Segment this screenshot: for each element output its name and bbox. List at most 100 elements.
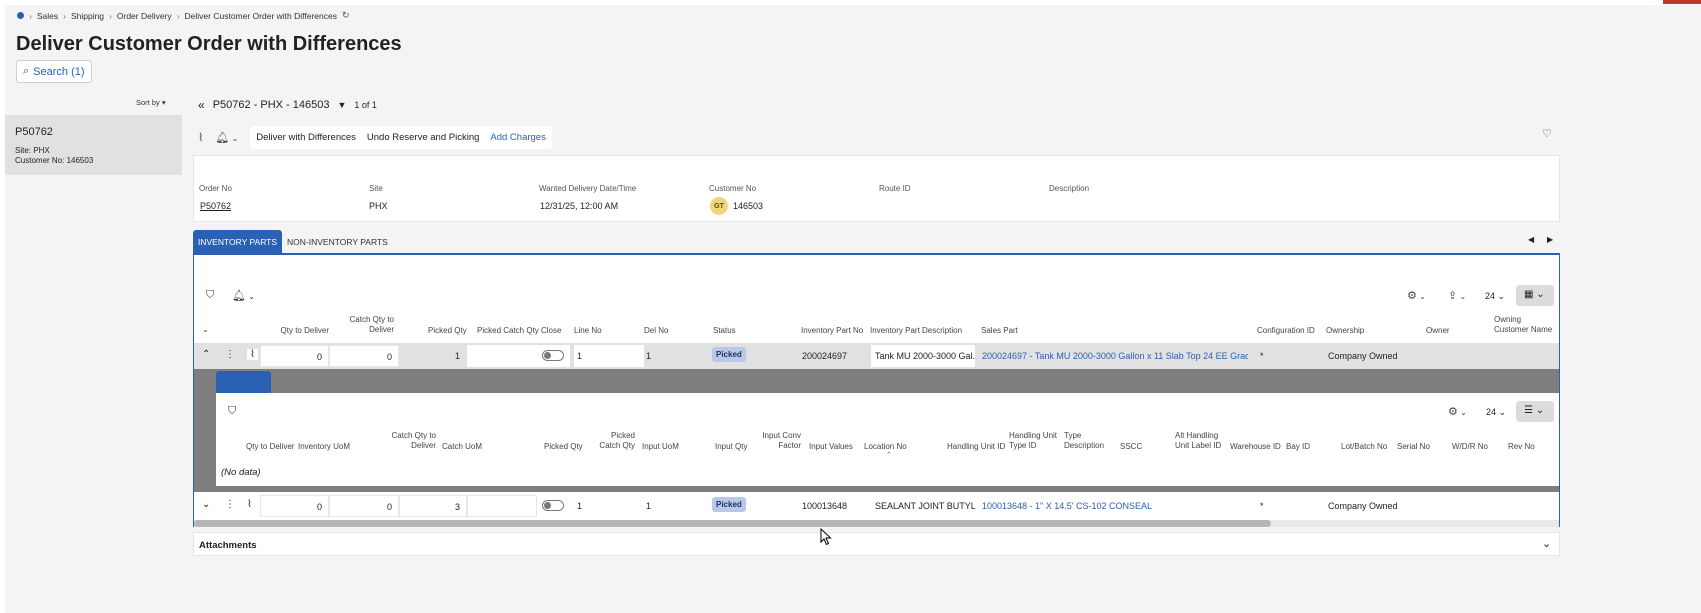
breadcrumb-order-delivery[interactable]: Order Delivery xyxy=(117,11,172,21)
page-title: Deliver Customer Order with Differences xyxy=(16,33,402,55)
col-qty-to-deliver[interactable]: Qty to Deliver xyxy=(279,326,329,336)
subcol-picked-catch-qty[interactable]: Picked Catch Qty xyxy=(591,431,635,451)
subcol-input-uom[interactable]: Input UoM xyxy=(642,442,679,452)
paperclip-icon[interactable]: ⌇ xyxy=(198,131,203,144)
subcol-wdr-no[interactable]: W/D/R No xyxy=(1452,442,1488,452)
settings-gear-icon[interactable]: ⚙ ⌄ xyxy=(1407,289,1426,302)
attachments-section[interactable]: Attachments ⌄ xyxy=(193,532,1560,556)
expand-all-icon[interactable]: ⌄ xyxy=(202,325,209,335)
expand-row-icon[interactable]: ⌄ xyxy=(202,499,210,510)
favorite-heart-icon[interactable]: ♡ xyxy=(1542,127,1552,140)
col-catch-qty[interactable]: Catch Qty to Deliver xyxy=(349,315,394,335)
filter-icon[interactable]: ⛉ xyxy=(206,289,214,302)
col-sales-part[interactable]: Sales Part xyxy=(981,326,1018,336)
bell-icon[interactable]: 🔔︎ ⌄ xyxy=(232,289,255,302)
page-size-select[interactable]: 24 ⌄ xyxy=(1486,407,1506,418)
qty-to-deliver-input[interactable]: 0 xyxy=(260,495,329,517)
qty-to-deliver-input[interactable]: 0 xyxy=(260,345,329,367)
home-icon[interactable] xyxy=(17,12,24,19)
subcol-bay-id[interactable]: Bay ID xyxy=(1286,442,1310,452)
mouse-cursor-icon xyxy=(820,528,832,546)
subcol-lot-batch-no[interactable]: Lot/Batch No xyxy=(1341,442,1387,452)
subcol-alt-handling-unit-label[interactable]: Alt Handling Unit Label ID xyxy=(1175,431,1231,451)
scrollbar-thumb[interactable] xyxy=(194,520,1271,527)
subcol-sscc[interactable]: SSCC xyxy=(1120,442,1142,452)
col-picked-catch-qty[interactable]: Picked Catch Qty xyxy=(477,326,539,336)
caret-down-icon[interactable]: ▼ xyxy=(338,100,347,110)
close-toggle[interactable] xyxy=(542,500,564,511)
tab-non-inventory-parts[interactable]: NON-INVENTORY PARTS xyxy=(282,230,393,253)
tab-scroll-right-icon[interactable]: ▶ xyxy=(1547,235,1553,244)
refresh-icon[interactable]: ↻ xyxy=(342,10,350,21)
breadcrumb-sales[interactable]: Sales xyxy=(37,11,58,21)
col-inventory-part-description[interactable]: Inventory Part Description xyxy=(870,326,962,336)
subcol-rev-no[interactable]: Rev No xyxy=(1508,442,1535,452)
sales-part-link[interactable]: 100013648 - 1" X 14.5' CS-102 CONSEAL xyxy=(982,501,1152,511)
table-row[interactable]: ⌄ ⋮ ⌇ 0 0 3 1 1 Picked 100013648 SEALANT… xyxy=(194,493,1559,519)
chevron-right-icon: › xyxy=(29,10,32,21)
subcol-serial-no[interactable]: Serial No xyxy=(1397,442,1430,452)
breadcrumb-shipping[interactable]: Shipping xyxy=(71,11,104,21)
col-inventory-part-no[interactable]: Inventory Part No xyxy=(801,326,863,336)
subcol-inventory-uom[interactable]: Inventory UoM xyxy=(298,442,350,452)
row-attachment-icon[interactable]: ⌇ xyxy=(247,499,252,510)
detail-tab[interactable] xyxy=(216,371,271,393)
search-label: Search (1) xyxy=(33,65,85,78)
row-menu-icon[interactable]: ⋮ xyxy=(225,349,235,360)
subcol-warehouse-id[interactable]: Warehouse ID xyxy=(1230,442,1281,452)
page-size-select[interactable]: 24 ⌄ xyxy=(1485,291,1505,302)
col-close[interactable]: Close xyxy=(541,326,561,336)
record-navigator: « P50762 - PHX - 146503 ▼ 1 of 1 xyxy=(198,98,377,112)
close-toggle[interactable] xyxy=(542,350,564,361)
collapse-panel-icon[interactable]: « xyxy=(198,98,205,112)
undo-reserve-picking-button[interactable]: Undo Reserve and Picking xyxy=(367,132,479,143)
search-button[interactable]: ⌕ Search (1) xyxy=(16,60,92,83)
subcol-input-qty[interactable]: Input Qty xyxy=(715,442,747,452)
list-view-icon[interactable]: ☰ ⌄ xyxy=(1516,401,1554,422)
subcol-input-conv-factor[interactable]: Input Conv Factor xyxy=(761,431,801,451)
row-attachment-icon[interactable]: ⌇ xyxy=(247,349,258,360)
order-no-label: Order No xyxy=(199,184,232,193)
attachments-label: Attachments xyxy=(199,540,257,551)
chevron-right-icon: › xyxy=(176,10,180,21)
settings-gear-icon[interactable]: ⚙ ⌄ xyxy=(1448,405,1467,418)
catch-qty-input[interactable]: 0 xyxy=(329,345,399,367)
col-owner[interactable]: Owner xyxy=(1426,326,1450,336)
tab-inventory-parts[interactable]: INVENTORY PARTS xyxy=(193,230,283,253)
horizontal-scrollbar[interactable] xyxy=(194,520,1559,527)
record-selector[interactable]: P50762 - PHX - 146503 xyxy=(213,99,330,111)
subcol-handling-unit-type-id[interactable]: Handling Unit Type ID xyxy=(1009,431,1059,451)
col-ownership[interactable]: Ownership xyxy=(1326,326,1364,336)
subcol-catch-qty[interactable]: Catch Qty to Deliver xyxy=(386,431,436,451)
record-card[interactable]: P50762 Site: PHX Customer No: 146503 xyxy=(5,115,182,175)
sort-by-button[interactable]: Sort by ▾ xyxy=(136,98,166,107)
col-status[interactable]: Status xyxy=(713,326,736,336)
sales-part-link[interactable]: 200024697 - Tank MU 2000-3000 Gallon x 1… xyxy=(982,351,1248,361)
catch-qty-input[interactable]: 0 xyxy=(329,495,399,517)
tab-scroll-left-icon[interactable]: ◀ xyxy=(1528,235,1534,244)
row-menu-icon[interactable]: ⋮ xyxy=(225,499,235,510)
subcol-input-values[interactable]: Input Values xyxy=(809,442,853,452)
record-card-site: Site: PHX xyxy=(15,146,50,155)
subcol-handling-unit-id[interactable]: Handling Unit ID xyxy=(947,442,1005,452)
export-icon[interactable]: ⇪ ⌄ xyxy=(1448,289,1466,302)
bell-icon[interactable]: 🔔︎ ⌄ xyxy=(215,131,238,144)
subcol-picked-qty[interactable]: Picked Qty xyxy=(544,442,583,452)
col-configuration-id[interactable]: Configuration ID xyxy=(1257,326,1315,336)
deliver-with-differences-button[interactable]: Deliver with Differences xyxy=(256,132,356,143)
col-picked-qty[interactable]: Picked Qty xyxy=(428,326,467,336)
table-view-icon[interactable]: ▦ ⌄ xyxy=(1516,285,1554,306)
order-no-link[interactable]: P50762 xyxy=(200,201,231,211)
record-list-panel: Sort by ▾ P50762 Site: PHX Customer No: … xyxy=(5,90,182,613)
col-del-no[interactable]: Del No xyxy=(644,326,668,336)
subcol-catch-uom[interactable]: Catch UoM xyxy=(442,442,482,452)
collapse-row-icon[interactable]: ⌃ xyxy=(202,349,210,360)
col-line-no[interactable]: Line No xyxy=(574,326,602,336)
add-charges-button[interactable]: Add Charges xyxy=(490,132,545,143)
filter-icon[interactable]: ⛉ xyxy=(228,405,236,418)
table-row[interactable]: ⌃ ⋮ ⌇ 0 0 1 1 1 Picked 200024697 Tank MU… xyxy=(194,343,1559,369)
subcol-type-description[interactable]: Type Description xyxy=(1064,431,1114,451)
col-owning-customer-name[interactable]: Owning Customer Name xyxy=(1494,315,1556,335)
subcol-qty-to-deliver[interactable]: Qty to Deliver xyxy=(246,442,294,452)
chevron-down-icon[interactable]: ⌄ xyxy=(1542,537,1551,550)
